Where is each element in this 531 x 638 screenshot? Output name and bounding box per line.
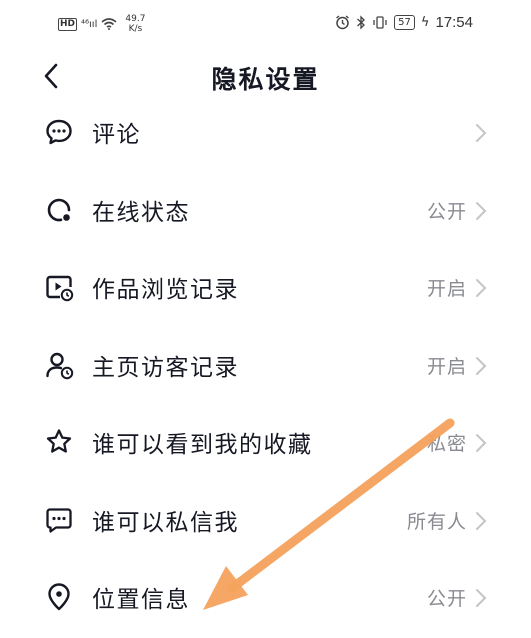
hd-badge: HD <box>58 17 78 31</box>
chevron-right-icon <box>476 511 487 530</box>
status-left: HD ⁴⁶ııl 49.7 K/s <box>58 14 145 34</box>
chevron-right-icon <box>476 589 487 607</box>
row-favorites-visibility[interactable]: 谁可以看到我的收藏 私密 <box>0 405 531 483</box>
row-messaging-permission[interactable]: 谁可以私信我 所有人 <box>0 483 531 561</box>
row-value: 私密 <box>426 433 467 455</box>
wifi-icon <box>101 18 117 30</box>
comment-icon <box>46 119 72 145</box>
net-speed-value: 49.7 <box>125 14 146 24</box>
row-video-history[interactable]: 作品浏览记录 开启 <box>0 250 531 328</box>
row-profile-visitors[interactable]: 主页访客记录 开启 <box>0 328 531 406</box>
bluetooth-icon <box>357 15 366 30</box>
row-value: 所有人 <box>406 510 467 533</box>
row-value: 开启 <box>426 355 467 378</box>
status-time: 17:54 <box>435 14 473 31</box>
chevron-right-icon <box>476 434 487 452</box>
row-value: 开启 <box>426 278 467 300</box>
vibrate-icon <box>373 16 387 29</box>
row-label: 谁可以私信我 <box>92 509 239 536</box>
row-value: 公开 <box>426 588 467 610</box>
row-label: 评论 <box>92 122 141 148</box>
status-bar: HD ⁴⁶ııl 49.7 K/s 57 ϟ 17:54 <box>0 0 531 50</box>
chevron-right-icon <box>476 124 487 142</box>
star-icon <box>46 429 72 453</box>
message-icon <box>46 507 72 533</box>
charging-icon: ϟ <box>420 15 430 30</box>
row-label: 位置信息 <box>92 587 190 613</box>
row-label: 作品浏览记录 <box>92 277 239 303</box>
location-pin-icon <box>48 583 70 611</box>
battery-icon: 57 <box>394 15 415 30</box>
chevron-right-icon <box>476 279 487 297</box>
row-label: 谁可以看到我的收藏 <box>92 432 313 458</box>
signal-icon: ⁴⁶ııl <box>81 18 98 30</box>
alarm-icon <box>336 15 350 30</box>
row-location-info[interactable]: 位置信息 公开 <box>0 560 531 638</box>
row-value: 公开 <box>426 200 467 223</box>
chevron-right-icon <box>476 201 487 220</box>
online-status-icon <box>47 198 71 221</box>
video-history-icon <box>46 275 74 302</box>
visitor-icon <box>46 352 74 379</box>
chevron-right-icon <box>476 356 487 375</box>
page-title: 隐私设置 <box>211 65 320 94</box>
row-label: 主页访客记录 <box>92 354 239 381</box>
net-speed-unit: K/s <box>128 24 143 34</box>
row-label: 在线状态 <box>92 199 190 226</box>
settings-list: 评论 在线状态 公开 作品浏览记录 开启 主页访客记录 开启 谁可以看到我的收藏… <box>0 95 531 638</box>
status-right: 57 ϟ 17:54 <box>335 14 473 31</box>
row-online-status[interactable]: 在线状态 公开 <box>0 173 531 251</box>
row-comments[interactable]: 评论 <box>0 95 531 173</box>
net-speed: 49.7 K/s <box>125 14 145 34</box>
